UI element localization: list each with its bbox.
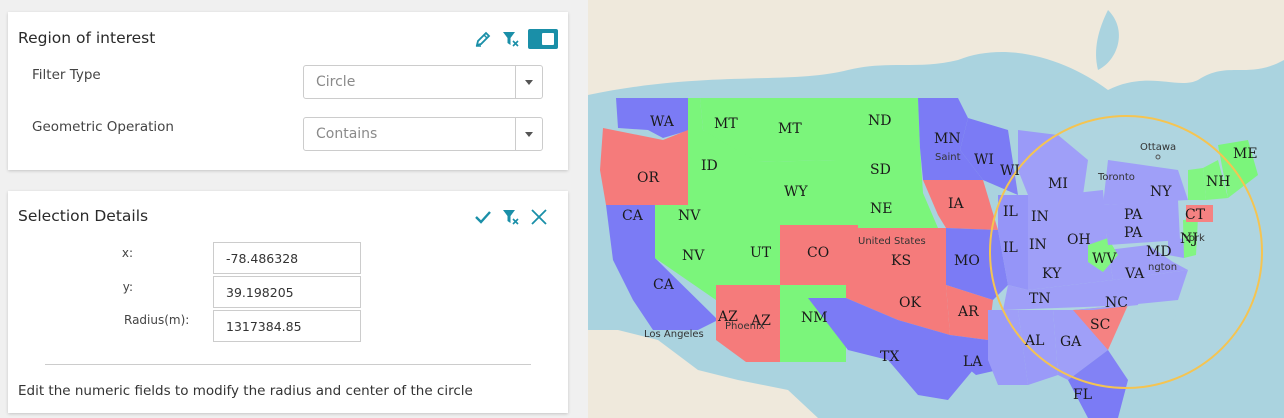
x-label: x: [121, 246, 133, 260]
label-tx: TX [880, 349, 899, 365]
label-me: ME [1233, 146, 1258, 162]
label-tn: TN [1029, 291, 1051, 307]
divider [45, 364, 531, 365]
place-label: Saint [935, 152, 961, 163]
place-label: York [1183, 233, 1205, 244]
label-mo: MO [954, 253, 980, 269]
label-wi: WI [974, 152, 994, 168]
filter-type-value: Circle [316, 74, 356, 90]
label-mn: MN [934, 131, 961, 147]
label-nd: ND [868, 113, 891, 129]
checkmark-icon[interactable] [472, 206, 494, 228]
label-nh: NH [1206, 174, 1230, 190]
hint-text: Edit the numeric fields to modify the ra… [18, 383, 473, 399]
label-va: VA [1124, 266, 1145, 282]
label-ny: NY [1150, 184, 1172, 200]
place-label: United States [858, 236, 926, 247]
label-al: AL [1024, 333, 1044, 349]
label-ia: IA [948, 196, 965, 212]
y-label: y: [122, 280, 133, 294]
label-id: ID [701, 158, 718, 174]
label-or: OR [637, 170, 659, 186]
close-icon[interactable] [528, 206, 550, 228]
label-mi: MI [1048, 176, 1068, 192]
x-input[interactable] [213, 242, 361, 274]
label-sc: SC [1090, 317, 1110, 333]
label-fl: FL [1073, 387, 1092, 403]
geometric-operation-value: Contains [316, 126, 378, 142]
label-il: IL [1003, 204, 1018, 220]
label-sd: SD [870, 162, 891, 178]
clear-filter-icon[interactable] [500, 28, 522, 50]
map-view[interactable]: WA MT MT ND MN WI WI OR ID SD MI NY ME N… [588, 0, 1284, 418]
radius-input[interactable] [213, 310, 361, 342]
label-ok: OK [899, 295, 921, 311]
geometric-operation-select[interactable]: Contains [303, 117, 543, 151]
label-ca: CA [653, 277, 675, 293]
filter-type-select[interactable]: Circle [303, 65, 543, 99]
label-oh: OH [1067, 232, 1091, 248]
toggle-knob [542, 33, 554, 45]
label-ct: CT [1185, 207, 1206, 223]
chevron-down-icon[interactable] [515, 66, 542, 98]
region-of-interest-card: Region of interest Filter Type Circle Ge… [8, 12, 568, 170]
selection-details-card: Selection Details x: y: Radius(m): Edit … [8, 191, 568, 413]
label-in: IN [1031, 209, 1049, 225]
label-nv: NV [678, 208, 701, 224]
label-co: CO [807, 245, 829, 261]
radius-label: Radius(m): [124, 313, 190, 327]
label-ks: KS [891, 253, 911, 269]
filter-type-label: Filter Type [32, 67, 101, 83]
roi-toolbar [466, 28, 558, 50]
label-nm: NM [801, 310, 828, 326]
place-label: Toronto [1097, 172, 1135, 183]
label-ne: NE [870, 201, 892, 217]
label-pa: PA [1124, 207, 1143, 223]
label-la: LA [963, 354, 983, 370]
region-of-interest-title: Region of interest [18, 29, 156, 47]
selection-toolbar [466, 206, 550, 228]
state-or[interactable] [600, 128, 688, 205]
edit-pencil-icon[interactable] [472, 28, 494, 50]
geometric-operation-label: Geometric Operation [32, 119, 174, 135]
label-pa: PA [1124, 225, 1143, 241]
label-wa: WA [650, 114, 675, 130]
place-label: Phoenix [725, 321, 765, 332]
label-mt: MT [714, 116, 738, 132]
label-nc: NC [1105, 295, 1128, 311]
label-nv: NV [682, 248, 705, 264]
label-ga: GA [1060, 334, 1082, 350]
place-label: Ottawa [1140, 142, 1176, 153]
label-in: IN [1029, 237, 1047, 253]
label-ar: AR [957, 304, 979, 320]
left-panel: Region of interest Filter Type Circle Ge… [0, 0, 588, 418]
label-ut: UT [750, 245, 772, 261]
y-input[interactable] [213, 276, 361, 308]
label-ca: CA [622, 208, 644, 224]
label-ky: KY [1042, 266, 1062, 282]
selection-details-title: Selection Details [18, 207, 149, 225]
label-wv: WV [1092, 251, 1117, 267]
place-label: Los Angeles [644, 329, 704, 340]
label-il: IL [1003, 240, 1018, 256]
map-svg[interactable]: WA MT MT ND MN WI WI OR ID SD MI NY ME N… [588, 0, 1284, 418]
region-toggle-switch[interactable] [528, 29, 558, 49]
label-md: MD [1146, 244, 1172, 260]
label-mt: MT [778, 121, 802, 137]
label-wy: WY [784, 184, 808, 200]
clear-filter-icon[interactable] [500, 206, 522, 228]
label-wi: WI [1000, 163, 1020, 179]
chevron-down-icon[interactable] [515, 118, 542, 150]
place-label: ngton [1148, 262, 1177, 273]
